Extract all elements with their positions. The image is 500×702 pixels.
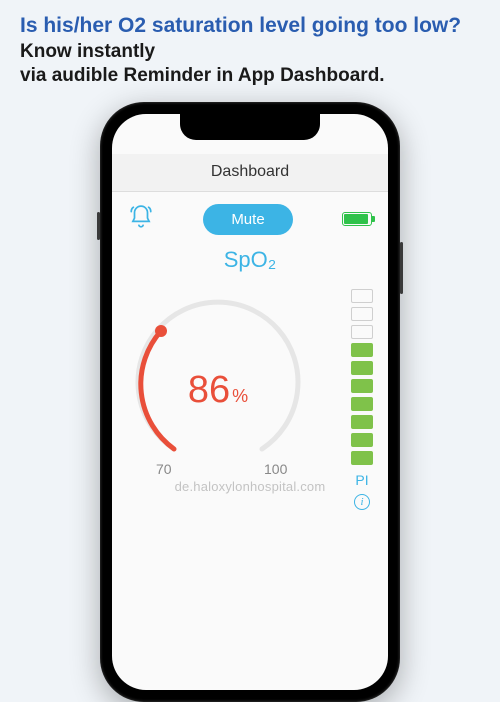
phone-frame: Dashboard Mute SpO₂ — [100, 102, 400, 702]
pi-bar — [351, 361, 373, 375]
phone-notch — [180, 114, 320, 140]
battery-fill — [344, 214, 368, 224]
pi-bar — [351, 433, 373, 447]
gauge-tick-max: 100 — [264, 461, 287, 477]
mute-button[interactable]: Mute — [203, 204, 292, 235]
pi-bar-column: PI i — [342, 289, 382, 510]
bell-icon[interactable] — [128, 204, 154, 235]
pi-bar — [351, 397, 373, 411]
page-title: Dashboard — [211, 163, 289, 181]
promo-headline: Is his/her O2 saturation level going too… — [20, 14, 480, 38]
measure-label: SpO₂ — [112, 247, 388, 273]
pi-bar — [351, 379, 373, 393]
pi-bar — [351, 415, 373, 429]
pi-bar — [351, 307, 373, 321]
gauge-number: 86 — [188, 369, 230, 411]
gauge-tick-min: 70 — [156, 461, 172, 477]
gauge-unit: % — [232, 386, 248, 406]
title-bar: Dashboard — [112, 154, 388, 192]
watermark-text: de.haloxylonhospital.com — [0, 479, 500, 494]
gauge-value: 86% — [118, 369, 318, 412]
pi-bar — [351, 343, 373, 357]
gauge-area: 86% 70 100 PI i — [112, 279, 388, 489]
top-row: Mute — [112, 192, 388, 243]
promo-subline: Know instantlyvia audible Reminder in Ap… — [20, 40, 480, 88]
pi-bar — [351, 289, 373, 303]
phone-screen: Dashboard Mute SpO₂ — [112, 114, 388, 690]
pi-bar — [351, 451, 373, 465]
battery-icon — [342, 212, 372, 226]
info-icon[interactable]: i — [354, 494, 370, 510]
pi-bar — [351, 325, 373, 339]
